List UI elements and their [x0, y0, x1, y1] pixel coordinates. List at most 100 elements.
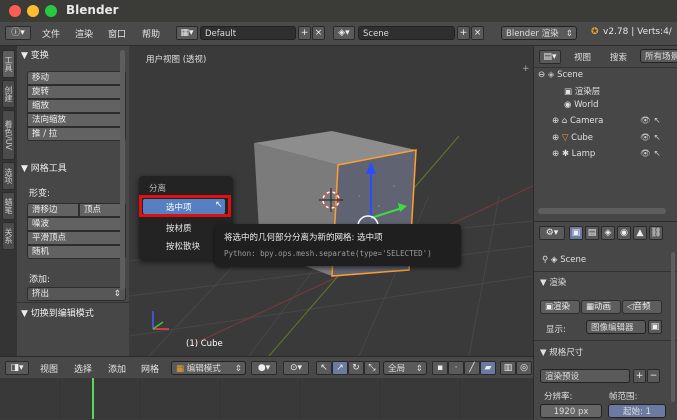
vertex-select-icon[interactable]: ·	[448, 361, 464, 375]
layer-button[interactable]: ▪	[432, 361, 448, 375]
add-preset-button[interactable]: +	[633, 369, 646, 383]
frame-range-label: 帧范围:	[609, 392, 638, 402]
resolution-x-field[interactable]: 1920 px	[540, 404, 602, 418]
translate-manipulator-icon[interactable]: ↗	[332, 361, 348, 375]
menu-help[interactable]: 帮助	[142, 27, 160, 40]
move-button[interactable]: 移动	[27, 71, 126, 85]
scene-icon[interactable]: ◈▾	[333, 26, 355, 40]
outliner-row-camera[interactable]: ⊕ ⌂ Camera	[552, 116, 603, 126]
slide-edge-button[interactable]: 滑移边	[27, 203, 79, 217]
popup-item-by-material[interactable]: 按材质	[166, 222, 192, 234]
editor-type-properties-button[interactable]: ⚙▾	[539, 226, 565, 240]
rotate-button[interactable]: 旋转	[27, 85, 126, 99]
smooth-vertex-button[interactable]: 平滑顶点	[27, 231, 126, 245]
tab-create[interactable]: 创建	[2, 80, 15, 108]
constraints-tab-icon[interactable]: ⛓	[649, 226, 663, 240]
remove-screen-button[interactable]: ×	[312, 26, 325, 40]
frame-start-field[interactable]: 起始: 1	[608, 404, 666, 418]
render-engine-select[interactable]: Blender 渲染 ⇕	[501, 26, 577, 40]
zoom-window-button[interactable]	[45, 5, 57, 17]
transform-panel-header[interactable]: ▼ 变换	[21, 48, 49, 61]
tool-shelf-scrollbar[interactable]	[120, 50, 125, 290]
add-scene-button[interactable]: +	[457, 26, 470, 40]
pivot-point-select[interactable]: ⊙▾	[283, 361, 309, 375]
visibility-eye-icon[interactable]: 👁 ↖	[640, 149, 661, 159]
lock-interface-icon[interactable]: ▣	[648, 320, 662, 334]
render-panel-header[interactable]: ▼ 渲染	[540, 276, 566, 288]
dimensions-panel-header[interactable]: ▼ 规格尺寸	[540, 346, 583, 358]
pin-icon[interactable]: ⚲	[542, 255, 548, 265]
scale-manipulator-icon[interactable]: ⤡	[364, 361, 380, 375]
render-animation-button[interactable]: ▦动画	[581, 300, 621, 314]
outliner-row-world[interactable]: ◉ World	[564, 100, 598, 110]
editor-type-info-button[interactable]: ⓘ▾	[5, 26, 31, 40]
scale-button[interactable]: 缩放	[27, 99, 126, 113]
world-icon: ◉	[564, 100, 572, 110]
render-preset-select[interactable]: 渲染预设	[540, 369, 630, 383]
tab-shading-uv[interactable]: 着色/UV	[2, 110, 15, 160]
world-tab-icon[interactable]: ◉	[617, 226, 631, 240]
interaction-mode-select[interactable]: ▦ 编辑模式 ⇕	[171, 361, 246, 375]
visibility-eye-icon[interactable]: 👁 ↖	[640, 116, 661, 126]
editor-type-outliner-button[interactable]: ▤▾	[539, 50, 561, 64]
menu-select[interactable]: 选择	[74, 362, 92, 375]
outliner-tab-search[interactable]: 搜索	[610, 51, 627, 63]
visibility-eye-icon[interactable]: 👁 ↖	[640, 133, 661, 143]
shrink-fatten-button[interactable]: 法向缩放	[27, 113, 126, 127]
edge-select-icon[interactable]: ╱	[464, 361, 480, 375]
editor-type-3dview-button[interactable]: ◨▾	[5, 361, 29, 375]
menu-add[interactable]: 添加	[108, 362, 126, 375]
outliner-row-lamp[interactable]: ⊕ ✱ Lamp	[552, 149, 595, 159]
close-window-button[interactable]	[9, 5, 21, 17]
outliner-tab-view[interactable]: 视图	[574, 51, 591, 63]
screen-layout-field[interactable]: Default	[200, 26, 296, 40]
face-select-icon[interactable]: ▰	[480, 361, 496, 375]
add-screen-button[interactable]: +	[298, 26, 311, 40]
tab-grease-pencil[interactable]: 蜡笔	[2, 192, 15, 220]
tab-relations[interactable]: 关系	[2, 222, 15, 250]
object-tab-icon[interactable]: ▲	[633, 226, 647, 240]
remove-preset-button[interactable]: −	[647, 369, 660, 383]
tab-options[interactable]: 选项	[2, 162, 15, 190]
timeline-area[interactable]	[0, 378, 533, 419]
outliner-display-mode-select[interactable]: 所有场景	[640, 49, 677, 63]
outliner-row-scene[interactable]: ⊖ ◈ Scene	[538, 70, 583, 80]
display-mode-select[interactable]: 图像编辑器	[586, 320, 646, 334]
menu-render[interactable]: 渲染	[75, 27, 93, 40]
properties-scrollbar[interactable]	[671, 252, 675, 402]
render-image-button[interactable]: ▣渲染	[540, 300, 580, 314]
viewport-shading-select[interactable]: ●▾	[251, 361, 277, 375]
toggle-edit-mode-header[interactable]: ▼ 切换到编辑模式	[21, 306, 94, 319]
tab-tools[interactable]: 工具	[2, 50, 15, 78]
viewport-split-plus-icon[interactable]: +	[522, 64, 530, 74]
render-layers-tab-icon[interactable]: ▤	[585, 226, 599, 240]
render-audio-button[interactable]: ◁音频	[622, 300, 662, 314]
remove-scene-button[interactable]: ×	[471, 26, 484, 40]
popup-item-by-loose-parts[interactable]: 按松散块	[166, 240, 200, 252]
noise-button[interactable]: 噪波	[27, 217, 126, 231]
chevron-down-icon: ⇕	[415, 364, 423, 374]
outliner-scrollbar[interactable]	[538, 208, 666, 214]
scene-field[interactable]: Scene	[358, 26, 455, 40]
menu-view[interactable]: 视图	[40, 362, 58, 375]
slide-vertex-button[interactable]: 顶点	[79, 203, 126, 217]
randomize-button[interactable]: 随机	[27, 245, 126, 259]
menu-file[interactable]: 文件	[42, 27, 60, 40]
screen-layout-icon[interactable]: ▦▾	[176, 26, 198, 40]
manipulator-toggle-icon[interactable]: ↖	[316, 361, 332, 375]
mesh-tools-panel-header[interactable]: ▼ 网格工具	[21, 161, 67, 174]
proportional-edit-icon[interactable]: ◎	[516, 361, 532, 375]
rotate-manipulator-icon[interactable]: ↻	[348, 361, 364, 375]
menu-window[interactable]: 窗口	[108, 27, 126, 40]
extrude-dropdown[interactable]: 挤出 ⇕	[27, 287, 126, 301]
scene-tab-icon[interactable]: ◈	[601, 226, 615, 240]
transform-orientation-select[interactable]: 全局 ⇕	[383, 361, 427, 375]
occlude-geometry-icon[interactable]: ▥	[500, 361, 516, 375]
tooltip-python: Python: bpy.ops.mesh.separate(type='SELE…	[224, 249, 432, 258]
render-tab-icon[interactable]: ▣	[569, 226, 583, 240]
push-pull-button[interactable]: 推 / 拉	[27, 127, 126, 141]
menu-mesh[interactable]: 网格	[141, 362, 159, 375]
outliner-row-render-layers[interactable]: ▣ 渲染层	[564, 85, 600, 97]
outliner-row-cube[interactable]: ⊕ ▽ Cube	[552, 133, 593, 143]
minimize-window-button[interactable]	[27, 5, 39, 17]
